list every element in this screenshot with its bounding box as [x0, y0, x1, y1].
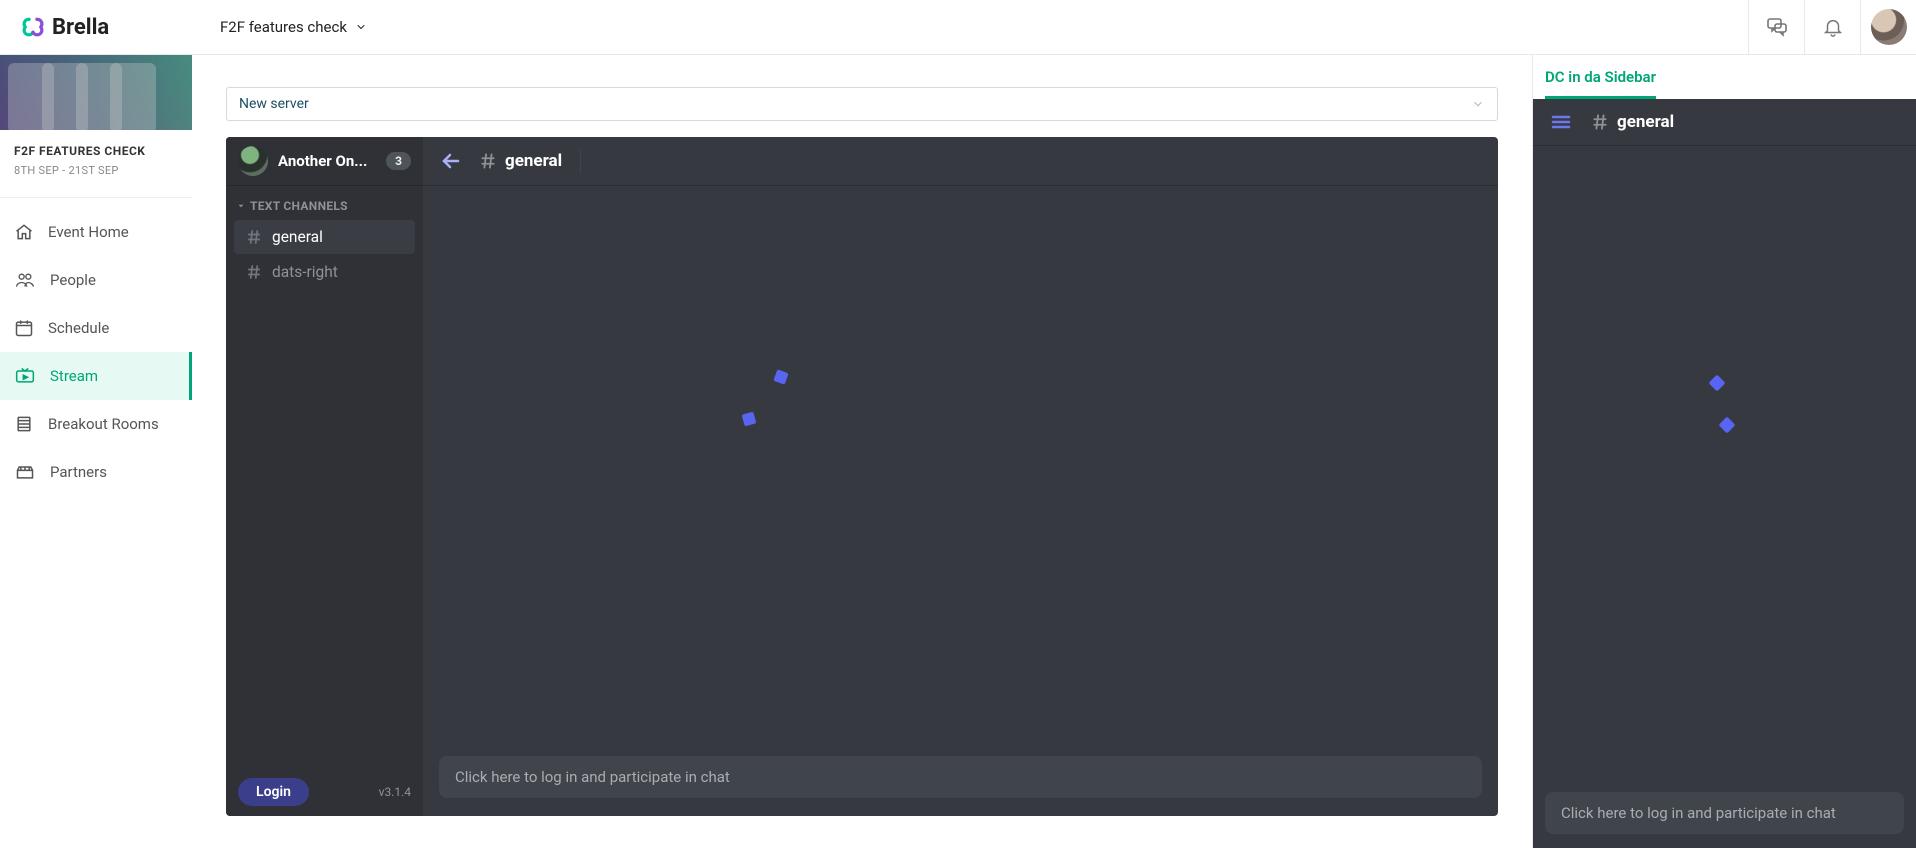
channel-label: general: [272, 228, 323, 246]
divider: [580, 149, 581, 173]
channel-general[interactable]: general: [234, 220, 415, 254]
discord-widget: Another On... 3 TEXT CHANNELS general dat…: [226, 137, 1498, 816]
channels-section[interactable]: TEXT CHANNELS: [226, 185, 423, 219]
nav-item-schedule[interactable]: Schedule: [0, 304, 192, 352]
channels-section-label: TEXT CHANNELS: [250, 199, 348, 213]
nav-label: Breakout Rooms: [48, 415, 159, 433]
event-title: F2F FEATURES CHECK: [14, 144, 178, 158]
chat-icon-button[interactable]: [1748, 0, 1804, 54]
guild-header[interactable]: Another On... 3: [226, 137, 423, 185]
right-sidebar: DC in da Sidebar general: [1532, 55, 1916, 848]
menu-icon[interactable]: [1549, 110, 1573, 134]
brand-link-icon: [20, 14, 46, 40]
brand-name: Brella: [52, 15, 109, 40]
chat-input-login-cta[interactable]: Click here to log in and participate in …: [439, 756, 1482, 798]
schedule-icon: [14, 318, 34, 338]
nav-item-home[interactable]: Event Home: [0, 208, 192, 256]
chevron-down-icon: [236, 201, 246, 211]
loading-spinner-dot: [1709, 375, 1726, 392]
main-area: New server Another On... 3: [192, 55, 1532, 848]
nav-item-partners[interactable]: Partners: [0, 448, 192, 496]
chevron-down-icon: [355, 21, 367, 33]
guild-badge: 3: [386, 152, 411, 170]
loading-spinner-dot: [742, 412, 757, 427]
channel-title: general: [477, 150, 562, 172]
hash-icon: [244, 227, 264, 247]
chevron-down-icon: [1471, 97, 1485, 111]
back-arrow-icon[interactable]: [439, 149, 463, 173]
channel-title-label: general: [505, 151, 562, 171]
avatar-menu[interactable]: [1860, 0, 1916, 54]
channel-label: dats-right: [272, 263, 338, 281]
login-button[interactable]: Login: [238, 778, 309, 806]
stream-icon: [14, 366, 36, 386]
guild-name: Another On...: [278, 152, 376, 170]
sidebar-channel-label: general: [1617, 112, 1674, 132]
context-dropdown[interactable]: F2F features check: [192, 18, 1748, 36]
event-dates: 8TH SEP - 21ST SEP: [14, 164, 178, 177]
avatar: [1871, 9, 1907, 45]
hash-icon: [477, 150, 499, 172]
bell-icon: [1822, 16, 1844, 38]
server-select-label: New server: [239, 96, 309, 112]
sidebar-discord-widget: general Click here to log in and partici…: [1533, 99, 1916, 848]
bell-icon-button[interactable]: [1804, 0, 1860, 54]
hash-icon: [244, 262, 264, 282]
sidebar-chat-input-login-cta[interactable]: Click here to log in and participate in …: [1545, 792, 1904, 834]
nav-label: Partners: [50, 463, 107, 481]
nav-label: People: [50, 271, 96, 289]
guild-icon: [238, 146, 268, 176]
home-icon: [14, 222, 34, 242]
brand-logo-area[interactable]: Brella: [0, 14, 192, 40]
left-sidebar: F2F FEATURES CHECK 8TH SEP - 21ST SEP Ev…: [0, 55, 192, 848]
channel-dats-right[interactable]: dats-right: [234, 255, 415, 289]
server-select-dropdown[interactable]: New server: [226, 87, 1498, 121]
event-hero-image: [0, 55, 192, 130]
nav-label: Schedule: [48, 319, 109, 337]
nav-item-breakout[interactable]: Breakout Rooms: [0, 400, 192, 448]
widget-version: v3.1.4: [379, 785, 411, 799]
sidebar-tab[interactable]: DC in da Sidebar: [1545, 56, 1656, 99]
context-label: F2F features check: [220, 18, 347, 36]
loading-spinner-dot: [773, 369, 788, 384]
partners-icon: [14, 462, 36, 482]
nav-label: Event Home: [48, 223, 129, 241]
breakout-icon: [14, 414, 34, 434]
nav-item-people[interactable]: People: [0, 256, 192, 304]
chat-icon: [1765, 15, 1789, 39]
loading-spinner-dot: [1719, 417, 1736, 434]
nav-item-stream[interactable]: Stream: [0, 352, 192, 400]
hash-icon: [1589, 111, 1611, 133]
people-icon: [14, 270, 36, 290]
nav-label: Stream: [50, 367, 98, 385]
sidebar-channel-title: general: [1589, 111, 1674, 133]
